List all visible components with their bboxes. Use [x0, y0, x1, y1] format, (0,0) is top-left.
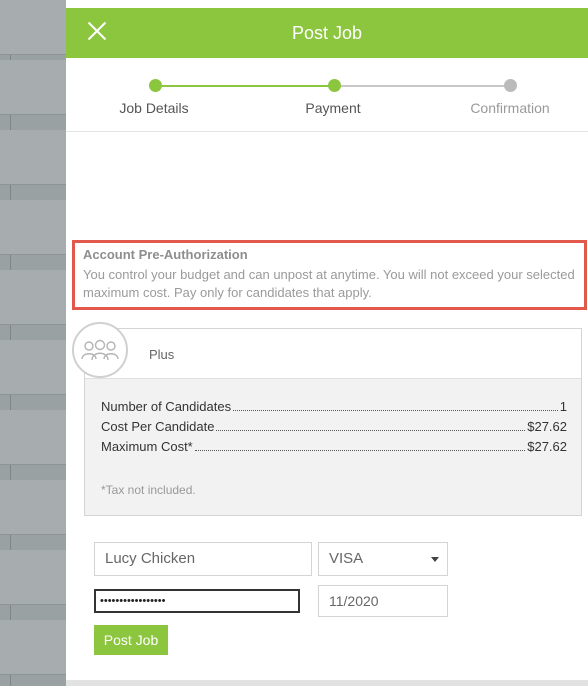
step-connector — [162, 85, 330, 87]
notice-title: Account Pre-Authorization — [83, 247, 248, 262]
post-job-button[interactable]: Post Job — [94, 625, 168, 655]
summary-row-value: $27.62 — [527, 419, 567, 434]
step-dot-pending — [504, 79, 517, 92]
panel-footer — [66, 680, 588, 686]
card-number-input[interactable]: ••••••••••••••••• — [94, 589, 300, 613]
step-dot-complete — [149, 79, 162, 92]
background-cell — [0, 0, 66, 55]
summary-row-value: $27.62 — [527, 439, 567, 454]
cardholder-name-input[interactable]: Lucy Chicken — [94, 542, 312, 576]
expiry-date-input[interactable]: 11/2020 — [318, 585, 448, 617]
background-cell — [0, 410, 66, 465]
step-label-job-details: Job Details — [119, 100, 189, 116]
background-cell — [0, 270, 66, 325]
progress-stepper: Job Details Payment Confirmation — [66, 58, 588, 132]
step-connector — [340, 85, 506, 87]
background-cell — [0, 60, 66, 115]
background-cell — [0, 340, 66, 395]
card-type-select[interactable]: VISA — [318, 542, 448, 576]
users-icon — [81, 339, 119, 361]
summary-row-label: Number of Candidates — [101, 399, 232, 414]
summary-row: Number of Candidates 1 — [101, 399, 567, 414]
plan-avatar — [72, 322, 128, 378]
step-dot-current — [328, 79, 341, 92]
pre-authorization-notice: Account Pre-Authorization You control yo… — [72, 240, 587, 310]
background-cell — [0, 550, 66, 605]
background-cell — [0, 480, 66, 535]
plan-name: Plus — [149, 347, 175, 362]
panel-header: Post Job — [66, 8, 588, 58]
dot-leader — [194, 450, 526, 451]
summary-row: Maximum Cost* $27.62 — [101, 439, 567, 454]
summary-row: Cost Per Candidate $27.62 — [101, 419, 567, 434]
background-page — [0, 0, 66, 686]
summary-row-label: Maximum Cost* — [101, 439, 193, 454]
summary-row-label: Cost Per Candidate — [101, 419, 215, 434]
card-type-value: VISA — [329, 550, 364, 567]
step-label-confirmation: Confirmation — [470, 100, 550, 116]
background-cell — [0, 200, 66, 255]
chevron-down-icon — [431, 557, 439, 562]
tax-note: *Tax not included. — [101, 483, 196, 497]
summary-row-value: 1 — [559, 399, 567, 414]
notice-body: You control your budget and can unpost a… — [83, 267, 575, 300]
step-label-payment: Payment — [305, 100, 361, 116]
background-cell — [0, 620, 66, 675]
plan-summary-card: Plus Number of Candidates 1 Cost Per Can… — [84, 328, 582, 516]
dot-leader — [216, 430, 526, 431]
page-title: Post Job — [291, 23, 363, 43]
dot-leader — [233, 410, 558, 411]
background-cell — [0, 130, 66, 185]
